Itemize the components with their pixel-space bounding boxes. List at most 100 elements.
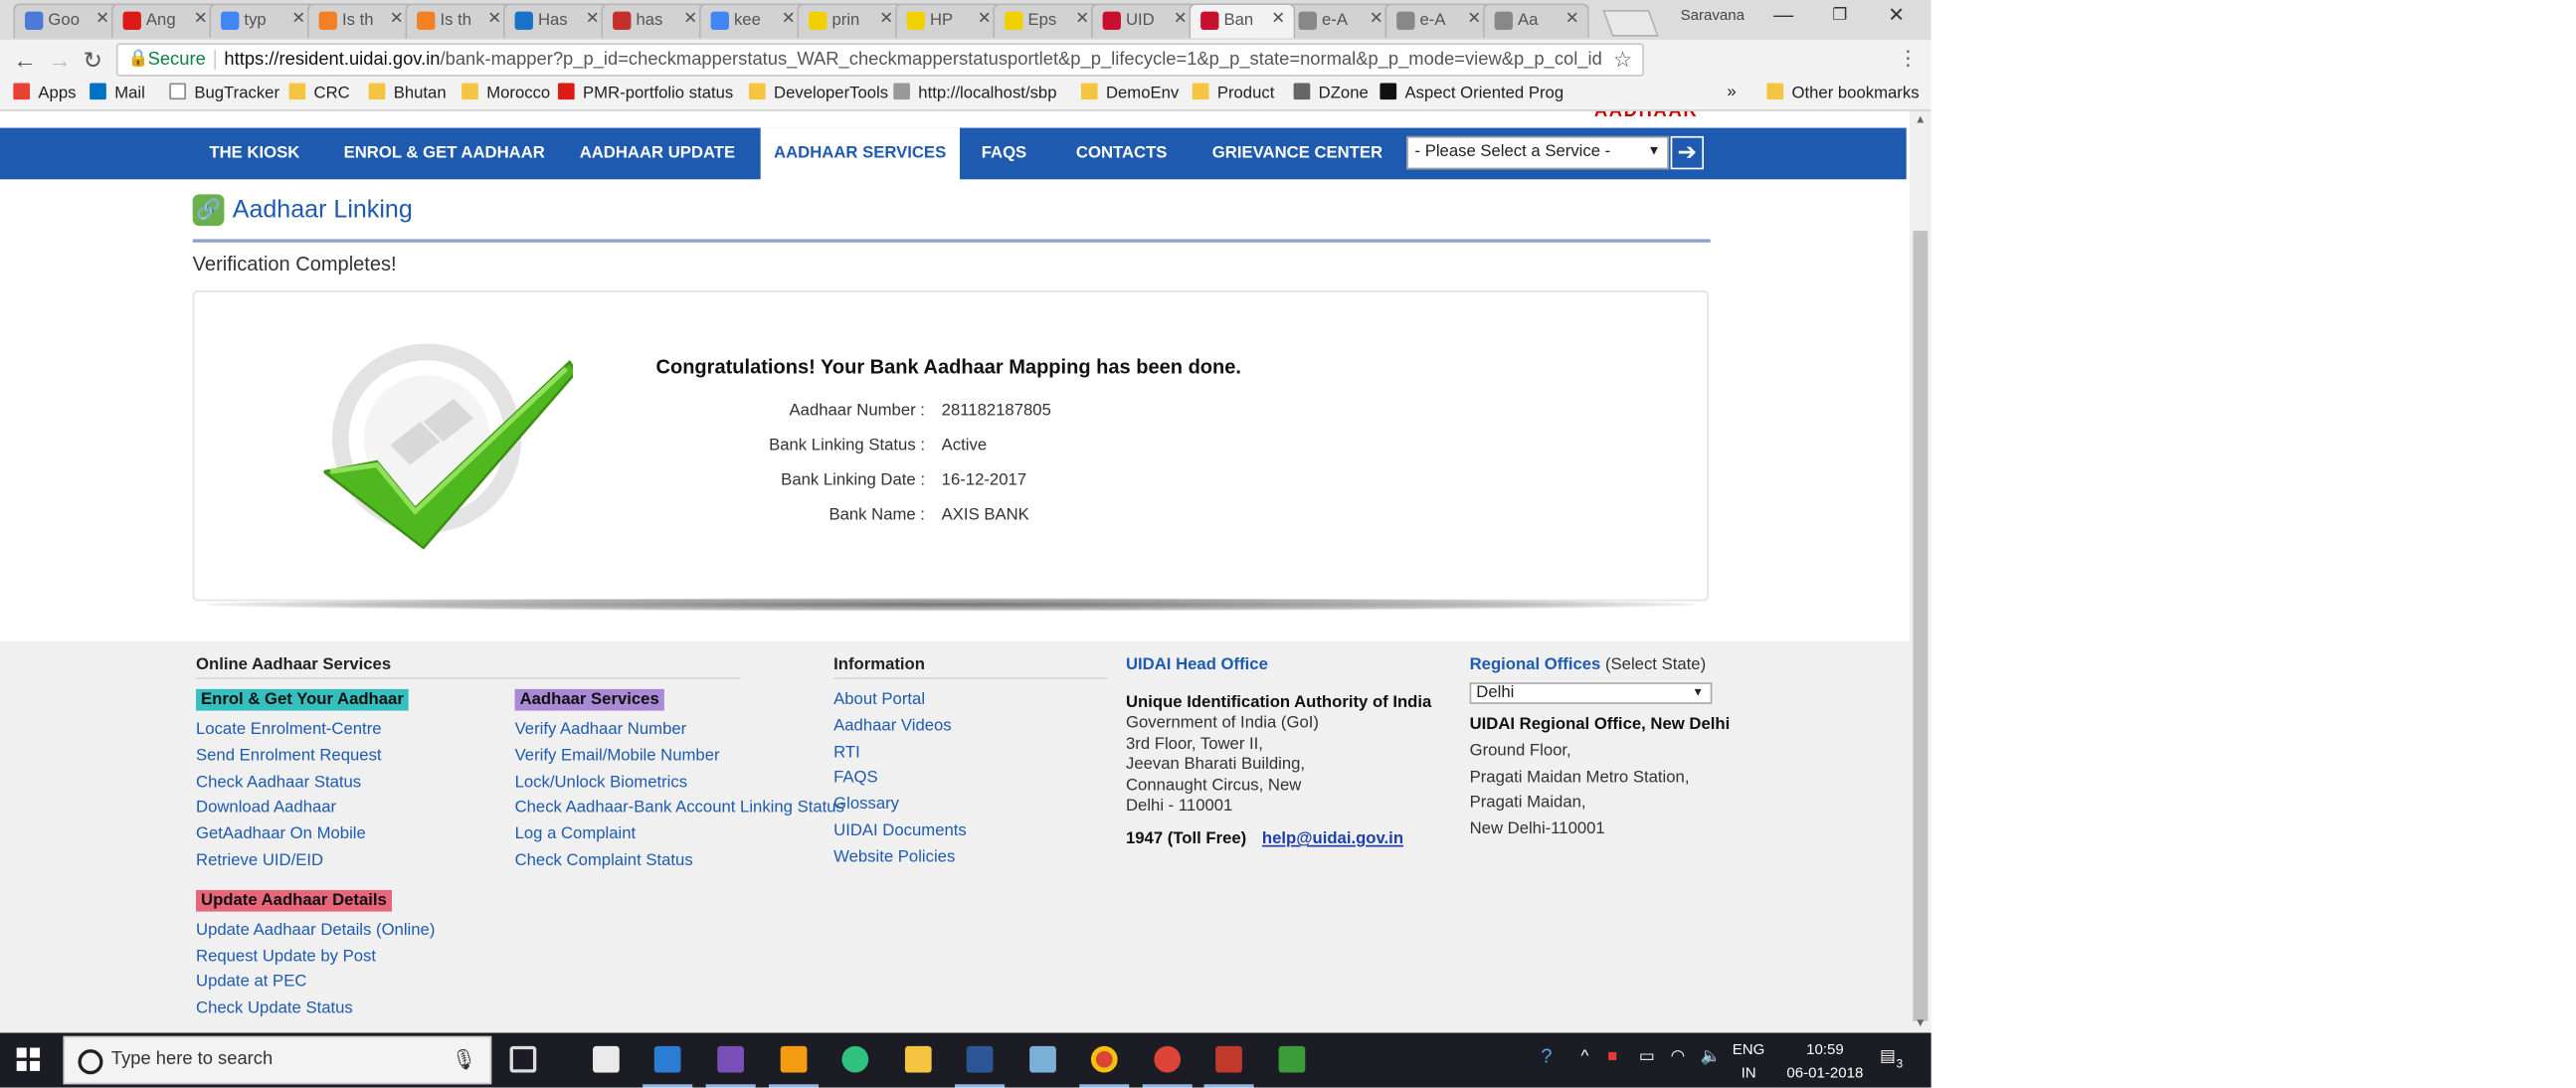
bookmark-item[interactable]: DeveloperTools xyxy=(748,83,888,103)
show-hidden-icons-icon[interactable]: ^ xyxy=(1580,1048,1588,1066)
browser-tab[interactable]: Aa ✕ xyxy=(1482,3,1589,39)
tab-close-icon[interactable]: ✕ xyxy=(1075,10,1089,28)
footer-link[interactable]: Aadhaar Videos xyxy=(833,717,952,735)
bookmark-item[interactable]: Morocco xyxy=(461,83,550,103)
footer-link[interactable]: Check Update Status xyxy=(196,999,353,1017)
service-select[interactable]: - Please Select a Service - ▼ xyxy=(1406,135,1669,170)
footer-link[interactable]: GetAadhaar On Mobile xyxy=(196,825,366,843)
tab-close-icon[interactable]: ✕ xyxy=(291,10,305,28)
footer-link[interactable]: Download Aadhaar xyxy=(196,800,336,817)
browser-tab[interactable]: UID ✕ xyxy=(1090,3,1197,39)
footer-link[interactable]: Website Policies xyxy=(833,848,955,866)
chrome-icon[interactable] xyxy=(1090,1045,1118,1073)
bookmark-item[interactable]: Mail xyxy=(90,83,145,103)
app-icon[interactable] xyxy=(1029,1045,1056,1073)
tab-close-icon[interactable]: ✕ xyxy=(978,10,992,28)
browser-tab[interactable]: prin ✕ xyxy=(797,3,904,39)
back-icon[interactable]: ← xyxy=(13,47,36,74)
tab-close-icon[interactable]: ✕ xyxy=(879,10,893,28)
word-icon[interactable] xyxy=(966,1045,994,1073)
taskbar-search-box[interactable]: Type here to search 🎙 xyxy=(63,1035,492,1085)
bookmark-item[interactable]: BugTracker xyxy=(169,83,279,103)
more-bookmarks-icon[interactable]: » xyxy=(1727,83,1736,100)
footer-link[interactable]: UIDAI Documents xyxy=(833,821,967,839)
wifi-icon[interactable]: ◠ xyxy=(1671,1048,1686,1066)
footer-link[interactable]: Check Aadhaar-Bank Account Linking Statu… xyxy=(515,800,844,817)
nav-item[interactable]: CONTACTS xyxy=(1076,144,1168,162)
tab-close-icon[interactable]: ✕ xyxy=(782,10,796,28)
browser-tab[interactable]: Is th ✕ xyxy=(306,3,414,39)
footer-link[interactable]: FAQS xyxy=(833,770,878,788)
browser-tab[interactable]: e-A ✕ xyxy=(1286,3,1393,39)
nav-item[interactable]: AADHAAR SERVICES xyxy=(760,127,960,181)
tab-close-icon[interactable]: ✕ xyxy=(1467,10,1481,28)
tab-close-icon[interactable]: ✕ xyxy=(1370,10,1383,28)
close-window-icon[interactable]: ✕ xyxy=(1873,3,1920,26)
nav-item[interactable]: THE KIOSK xyxy=(209,144,299,162)
tab-close-icon[interactable]: ✕ xyxy=(95,10,109,28)
nav-item[interactable]: GRIEVANCE CENTER xyxy=(1212,144,1382,162)
footer-link[interactable]: Check Complaint Status xyxy=(515,852,693,870)
store-icon[interactable] xyxy=(593,1045,620,1073)
tab-close-icon[interactable]: ✕ xyxy=(487,10,501,28)
tab-close-icon[interactable]: ✕ xyxy=(1174,10,1188,28)
bookmark-item[interactable]: Apps xyxy=(13,83,76,103)
footer-link[interactable]: Locate Enrolment-Centre xyxy=(196,721,382,739)
footer-link[interactable]: Request Update by Post xyxy=(196,948,376,966)
battery-icon[interactable]: ▭ xyxy=(1639,1048,1655,1066)
help-email-link[interactable]: help@uidai.gov.in xyxy=(1262,830,1403,848)
vscode-icon[interactable] xyxy=(653,1045,681,1073)
footer-link[interactable]: Send Enrolment Request xyxy=(196,747,382,765)
footer-link[interactable]: Verify Email/Mobile Number xyxy=(515,747,720,765)
scrollbar-thumb[interactable] xyxy=(1913,231,1929,1021)
browser-tab[interactable]: Is th ✕ xyxy=(405,3,512,39)
action-center-icon[interactable]: ▤ xyxy=(1880,1048,1896,1066)
browser-tab[interactable]: Goo ✕ xyxy=(13,3,120,39)
visual-studio-icon[interactable] xyxy=(717,1045,744,1073)
forward-icon[interactable]: → xyxy=(48,47,71,74)
address-bar[interactable]: 🔒 Secure https://resident.uidai.gov.in/b… xyxy=(115,43,1644,77)
app-icon[interactable] xyxy=(1278,1045,1306,1073)
scroll-down-icon[interactable]: ▼ xyxy=(1915,1017,1927,1029)
tab-close-icon[interactable]: ✕ xyxy=(1271,10,1285,28)
acrobat-tray-icon[interactable]: ■ xyxy=(1607,1048,1617,1066)
bookmark-item[interactable]: DZone xyxy=(1293,83,1369,103)
volume-icon[interactable]: 🔈 xyxy=(1701,1048,1722,1066)
minimize-icon[interactable]: — xyxy=(1760,3,1807,26)
sublime-text-icon[interactable] xyxy=(780,1045,808,1073)
browser-tab[interactable]: Has ✕ xyxy=(502,3,610,39)
acrobat-icon[interactable] xyxy=(1215,1045,1242,1073)
browser-tab[interactable]: Ang ✕ xyxy=(110,3,218,39)
windows-start-icon[interactable] xyxy=(16,1047,41,1071)
page-scrollbar[interactable]: ▲ ▼ xyxy=(1910,110,1932,1033)
nav-item[interactable]: AADHAAR UPDATE xyxy=(580,144,735,162)
browser-tab[interactable]: Eps ✕ xyxy=(993,3,1100,39)
bookmark-item[interactable]: Product xyxy=(1192,83,1274,103)
task-view-icon[interactable] xyxy=(509,1045,537,1073)
nav-item[interactable]: FAQS xyxy=(982,144,1026,162)
new-tab-button[interactable] xyxy=(1602,10,1659,37)
footer-link[interactable]: Log a Complaint xyxy=(515,825,637,843)
browser-tab[interactable]: kee ✕ xyxy=(698,3,806,39)
browser-tab[interactable]: e-A ✕ xyxy=(1384,3,1492,39)
tab-close-icon[interactable]: ✕ xyxy=(390,10,404,28)
footer-link[interactable]: Glossary xyxy=(833,796,899,814)
footer-link[interactable]: Lock/Unlock Biometrics xyxy=(515,773,688,791)
bookmark-item[interactable]: DemoEnv xyxy=(1080,83,1179,103)
reload-icon[interactable]: ↻ xyxy=(83,47,102,75)
bookmark-item[interactable]: CRC xyxy=(288,83,350,103)
other-bookmarks[interactable]: Other bookmarks xyxy=(1766,83,1920,103)
browser-tab[interactable]: Ban ✕ xyxy=(1189,3,1296,39)
footer-link[interactable]: Update Aadhaar Details (Online) xyxy=(196,922,435,940)
go-button[interactable]: ➔ xyxy=(1670,135,1705,170)
nav-item[interactable]: ENROL & GET AADHAAR xyxy=(344,144,545,162)
footer-link[interactable]: RTI xyxy=(833,743,860,761)
input-language[interactable]: ENG IN xyxy=(1727,1038,1769,1085)
state-select[interactable]: Delhi ▼ xyxy=(1469,682,1713,704)
restore-icon[interactable]: ❐ xyxy=(1817,7,1864,25)
url-text[interactable]: https://resident.uidai.gov.in/bank-mappe… xyxy=(224,50,1602,70)
bookmark-star-icon[interactable]: ☆ xyxy=(1613,47,1632,74)
profile-name[interactable]: Saravana xyxy=(1681,7,1745,24)
footer-link[interactable]: Check Aadhaar Status xyxy=(196,773,361,791)
browser-tab[interactable]: has ✕ xyxy=(601,3,708,39)
